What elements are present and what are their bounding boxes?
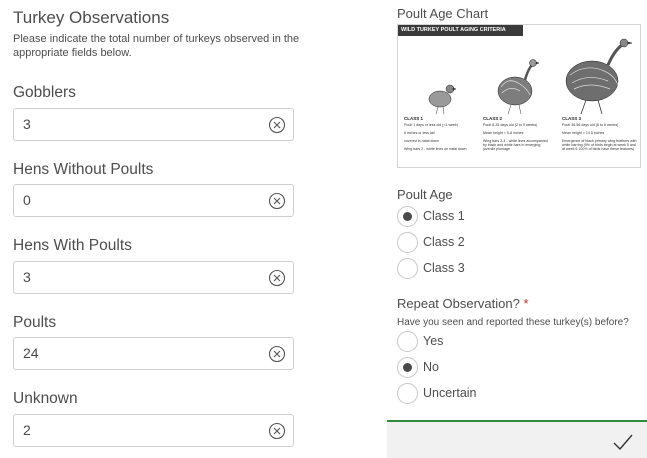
radio-button[interactable] bbox=[397, 206, 418, 227]
class-2-bullet: Mean height = 5-8 inches bbox=[483, 131, 524, 135]
radio-label: No bbox=[423, 360, 439, 374]
clear-icon[interactable] bbox=[268, 422, 286, 440]
clear-icon[interactable] bbox=[268, 269, 286, 287]
unknown-value: 2 bbox=[23, 422, 31, 438]
repeat-option-uncertain[interactable]: Uncertain bbox=[397, 383, 597, 405]
repeat-observation-hint: Have you seen and reported these turkey(… bbox=[397, 317, 629, 328]
unknown-input[interactable]: 2 bbox=[13, 414, 294, 447]
hens-without-poults-input[interactable]: 0 bbox=[13, 184, 294, 217]
clear-icon[interactable] bbox=[268, 345, 286, 363]
poults-value: 24 bbox=[23, 345, 39, 361]
unknown-label: Unknown bbox=[13, 390, 78, 407]
class-1-bullet: 6 inches or less tall bbox=[404, 131, 435, 135]
poult-age-option-class-3[interactable]: Class 3 bbox=[397, 258, 597, 280]
class-2-bullet: Wing bars 3-4 - white lines accompanied … bbox=[483, 139, 548, 151]
class-2-poult-illustration bbox=[497, 59, 540, 115]
clear-icon[interactable] bbox=[268, 192, 286, 210]
gobblers-input[interactable]: 3 bbox=[13, 108, 294, 141]
submit-bar bbox=[387, 420, 647, 458]
hens-without-poults-label: Hens Without Poults bbox=[13, 161, 154, 178]
turkey-illustrations bbox=[428, 38, 633, 115]
repeat-option-no[interactable]: No bbox=[397, 357, 597, 379]
class-1-bullet: covered in natal down bbox=[404, 139, 439, 143]
radio-label: Class 2 bbox=[423, 235, 465, 249]
section-description: Please indicate the total number of turk… bbox=[13, 33, 300, 59]
radio-label: Uncertain bbox=[423, 386, 477, 400]
class-1-bullet: Poult 1 days or less old (<1 week) bbox=[404, 123, 459, 127]
hens-without-poults-value: 0 bbox=[23, 192, 31, 208]
poult-age-option-class-2[interactable]: Class 2 bbox=[397, 232, 597, 254]
repeat-option-yes[interactable]: Yes bbox=[397, 331, 597, 353]
gobblers-label: Gobblers bbox=[13, 84, 76, 101]
class-1-bullet: Wing bars 2 - white lines on natal down bbox=[404, 147, 467, 151]
repeat-observation-label: Repeat Observation? * bbox=[397, 296, 529, 311]
radio-button[interactable] bbox=[397, 357, 418, 378]
radio-button[interactable] bbox=[397, 258, 418, 279]
radio-button[interactable] bbox=[397, 383, 418, 404]
radio-label: Class 3 bbox=[423, 261, 465, 275]
hens-with-poults-input[interactable]: 3 bbox=[13, 261, 294, 294]
radio-selected-dot bbox=[403, 363, 412, 372]
poult-age-option-class-1[interactable]: Class 1 bbox=[397, 206, 597, 228]
radio-label: Yes bbox=[423, 334, 444, 348]
section-title: Turkey Observations bbox=[13, 8, 170, 27]
class-3-bullet: Mean height = 14.5 inches bbox=[562, 131, 605, 135]
class-3-bullet: Emergence of black primary wing feathers… bbox=[562, 139, 637, 151]
repeat-observation-text: Repeat Observation? bbox=[397, 296, 520, 311]
radio-selected-dot bbox=[403, 212, 412, 221]
gobblers-value: 3 bbox=[23, 116, 31, 132]
poults-label: Poults bbox=[13, 314, 57, 331]
checkmark-icon[interactable] bbox=[612, 432, 634, 452]
poults-input[interactable]: 24 bbox=[13, 337, 294, 370]
radio-button[interactable] bbox=[397, 331, 418, 352]
radio-label: Class 1 bbox=[423, 209, 465, 223]
poult-age-chart-image: WILD TURKEY POULT AGING CRITERIA CLASS 1… bbox=[397, 24, 641, 168]
class-3-heading: CLASS 3 bbox=[562, 116, 582, 121]
poult-age-chart-title: Poult Age Chart bbox=[397, 6, 489, 21]
class-3-poult-illustration bbox=[565, 38, 633, 115]
poult-age-label: Poult Age bbox=[397, 187, 453, 202]
class-2-bullet: Poult 8-35 days old (2 to 5 weeks) bbox=[483, 123, 538, 127]
class-3-bullet: Poult 36-56 days old (6 to 8 weeks) bbox=[562, 123, 619, 127]
required-marker: * bbox=[523, 296, 529, 311]
class-1-heading: CLASS 1 bbox=[404, 116, 424, 121]
radio-button[interactable] bbox=[397, 232, 418, 253]
hens-with-poults-value: 3 bbox=[23, 269, 31, 285]
hens-with-poults-label: Hens With Poults bbox=[13, 237, 132, 254]
class-2-heading: CLASS 2 bbox=[483, 116, 503, 121]
clear-icon[interactable] bbox=[268, 116, 286, 134]
class-1-poult-illustration bbox=[428, 84, 457, 115]
